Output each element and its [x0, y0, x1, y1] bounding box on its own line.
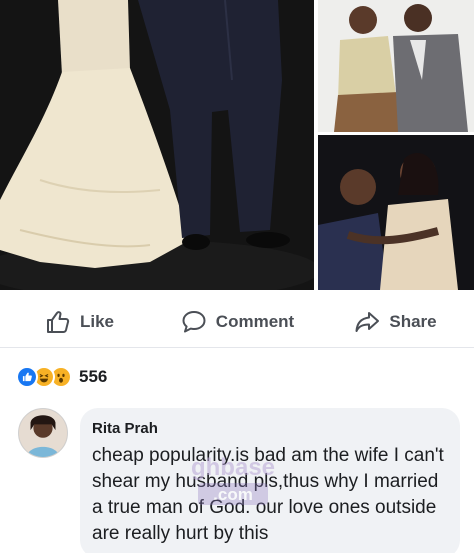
comment-label: Comment: [215, 311, 295, 331]
like-button[interactable]: Like: [0, 308, 158, 336]
comment-button[interactable]: Comment: [158, 308, 316, 336]
thumbs-up-icon: [46, 310, 70, 333]
post-action-bar: Like Comment Share: [0, 296, 474, 348]
comment-bubble-icon: [182, 310, 206, 332]
comment-author[interactable]: Rita Prah: [92, 420, 448, 437]
commenter-avatar[interactable]: [18, 408, 68, 458]
couple-photo-top[interactable]: [318, 0, 474, 132]
like-reaction-icon: [16, 366, 38, 388]
share-arrow-icon: [355, 311, 380, 332]
comment-text: cheap popularity.is bad am the wife I ca…: [92, 445, 444, 544]
reaction-count: 556: [79, 367, 108, 386]
wedding-photo[interactable]: [0, 0, 314, 290]
share-label: Share: [389, 311, 437, 331]
comment-bubble: Rita Prah cheap popularity.is bad am the…: [80, 408, 460, 553]
share-button[interactable]: Share: [316, 308, 474, 336]
couple-photo-bottom[interactable]: [318, 135, 474, 290]
photo-collage: [0, 0, 474, 292]
like-label: Like: [79, 311, 115, 331]
reaction-summary[interactable]: 556: [16, 364, 107, 390]
